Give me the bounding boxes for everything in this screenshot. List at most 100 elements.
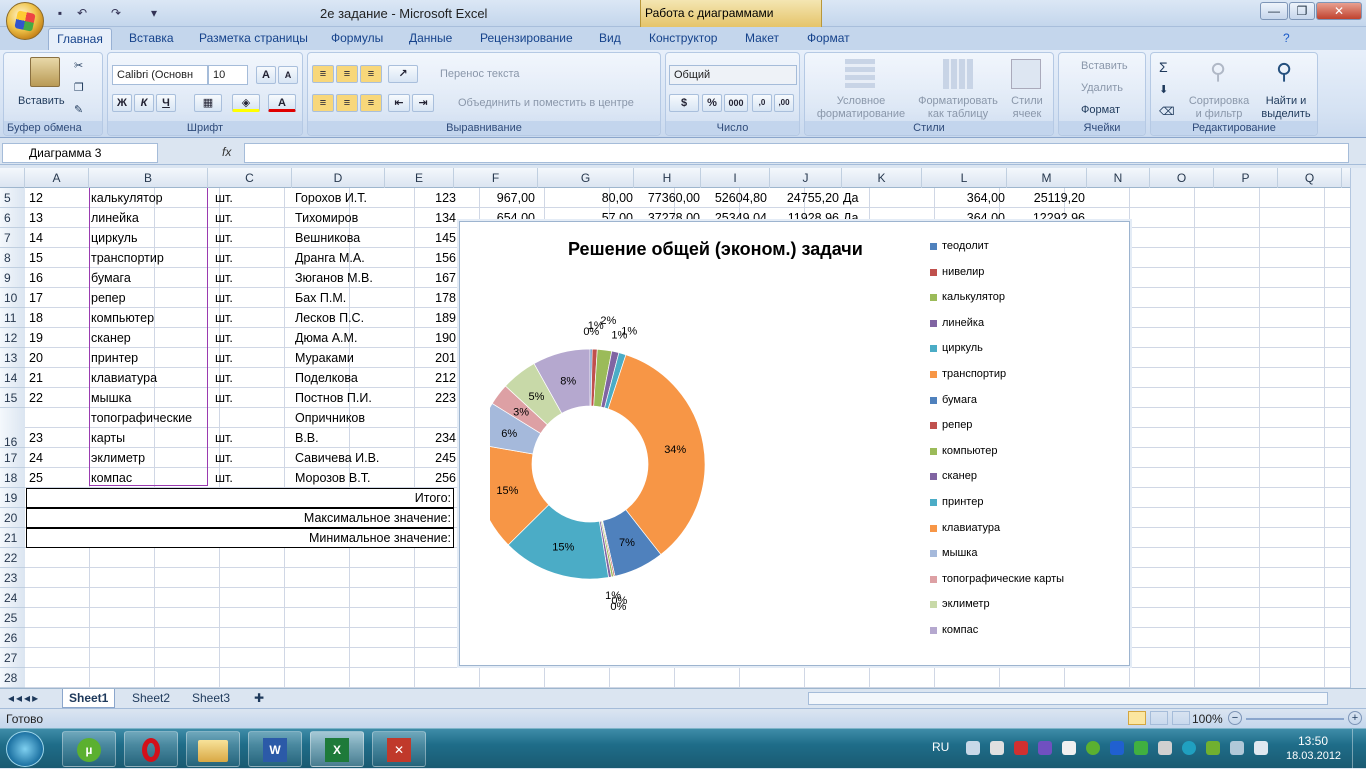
table-cell[interactable]: Вешникова (295, 228, 385, 248)
table-cell[interactable]: Бах П.М. (295, 288, 385, 308)
table-cell[interactable]: 80,00 (539, 188, 633, 208)
word-taskbar-icon[interactable]: W (248, 731, 302, 767)
table-cell[interactable]: 364,00 (923, 188, 1005, 208)
table-cell[interactable]: шт. (215, 228, 265, 248)
normal-view-icon[interactable] (1128, 711, 1146, 725)
tray-icon[interactable] (1158, 741, 1172, 755)
table-cell[interactable]: шт. (215, 428, 265, 448)
utorrent-taskbar-icon[interactable]: µ (62, 731, 116, 767)
tab-formulas[interactable]: Формулы (331, 31, 383, 45)
find-select-icon[interactable]: ⚲ (1269, 59, 1299, 89)
row-header[interactable]: 19 (0, 488, 25, 508)
table-cell[interactable]: шт. (215, 288, 265, 308)
table-cell[interactable]: Мураками (295, 348, 385, 368)
language-indicator[interactable]: RU (932, 740, 949, 754)
volume-icon[interactable] (1254, 741, 1268, 755)
row-header[interactable]: 6 (0, 208, 25, 228)
tab-insert[interactable]: Вставка (129, 31, 174, 45)
conditional-format-button[interactable]: Условное форматирование (811, 95, 911, 121)
delete-cells-button[interactable]: Удалить (1081, 82, 1123, 94)
sheet-tab-3[interactable]: Sheet3 (186, 689, 236, 708)
customize-qat-icon[interactable]: ▾ (146, 5, 162, 21)
minimize-button[interactable]: — (1260, 2, 1288, 20)
office-button[interactable] (6, 2, 44, 40)
find-select-button[interactable]: Найти и выделить (1257, 95, 1315, 121)
data-label[interactable]: 8% (560, 375, 576, 387)
decrease-indent-icon[interactable]: ⇤ (388, 94, 410, 112)
help-icon[interactable]: ? (1283, 31, 1290, 45)
increase-indent-icon[interactable]: ⇥ (412, 94, 434, 112)
decrease-decimal-icon[interactable]: ,00 (774, 94, 794, 112)
tab-layout[interactable]: Макет (745, 31, 779, 45)
table-cell[interactable]: Опричников (295, 408, 385, 428)
column-header[interactable]: N (1087, 168, 1150, 188)
page-break-view-icon[interactable] (1172, 711, 1190, 725)
row-header[interactable]: 18 (0, 468, 25, 488)
increase-decimal-icon[interactable]: ,0 (752, 94, 772, 112)
utorrent-tray-icon[interactable] (1086, 741, 1100, 755)
data-label[interactable]: 7% (619, 537, 635, 549)
table-cell[interactable]: 134 (386, 208, 456, 228)
table-cell[interactable]: 178 (386, 288, 456, 308)
tray-icon[interactable] (1014, 741, 1028, 755)
format-cells-button[interactable]: Формат (1081, 104, 1120, 116)
table-cell[interactable]: Савичева И.В. (295, 448, 385, 468)
italic-button[interactable]: К (134, 94, 154, 112)
save-icon[interactable]: ▪ (52, 5, 68, 21)
table-cell[interactable]: 190 (386, 328, 456, 348)
orientation-icon[interactable]: ↗ (388, 65, 418, 83)
font-color-icon[interactable]: A (268, 94, 296, 112)
table-cell[interactable]: 256 (386, 468, 456, 488)
table-cell[interactable]: Морозов В.Т. (295, 468, 385, 488)
column-header[interactable]: F (454, 168, 538, 188)
data-label[interactable]: 6% (501, 428, 517, 440)
show-desktop-button[interactable] (1352, 729, 1366, 769)
table-cell[interactable]: 52604,80 (702, 188, 767, 208)
table-cell[interactable]: 156 (386, 248, 456, 268)
row-header[interactable]: 22 (0, 548, 25, 568)
cut-icon[interactable]: ✂ (74, 59, 83, 72)
grow-font-icon[interactable]: A (256, 66, 276, 84)
tray-icon[interactable] (990, 741, 1004, 755)
underline-button[interactable]: Ч (156, 94, 176, 112)
sort-filter-button[interactable]: Сортировка и фильтр (1187, 95, 1251, 121)
align-top-icon[interactable]: ≡ (312, 65, 334, 83)
table-cell[interactable]: шт. (215, 328, 265, 348)
column-header[interactable]: P (1214, 168, 1278, 188)
page-layout-view-icon[interactable] (1150, 711, 1168, 725)
explorer-taskbar-icon[interactable] (186, 731, 240, 767)
table-cell[interactable]: Да (843, 188, 893, 208)
clock-date[interactable]: 18.03.2012 (1286, 750, 1341, 762)
row-header[interactable]: 28 (0, 668, 25, 688)
row-header[interactable]: 8 (0, 248, 25, 268)
table-cell[interactable]: Постнов П.И. (295, 388, 385, 408)
table-cell[interactable]: 123 (386, 188, 456, 208)
bluetooth-icon[interactable] (1110, 741, 1124, 755)
row-header[interactable]: 21 (0, 528, 25, 548)
data-label[interactable]: 0% (610, 601, 626, 613)
chart-title[interactable]: Решение общей (эконом.) задачи (568, 239, 863, 260)
zoom-level[interactable]: 100% (1192, 712, 1223, 726)
row-header[interactable]: 23 (0, 568, 25, 588)
table-cell[interactable]: 189 (386, 308, 456, 328)
column-header[interactable]: M (1007, 168, 1087, 188)
row-header[interactable]: 24 (0, 588, 25, 608)
number-format-select[interactable]: Общий (669, 65, 797, 85)
tray-icon[interactable] (1182, 741, 1196, 755)
insert-cells-button[interactable]: Вставить (1081, 60, 1128, 72)
format-painter-icon[interactable]: ✎ (74, 103, 83, 116)
sheet-tab-2[interactable]: Sheet2 (126, 689, 176, 708)
network-icon[interactable] (1230, 741, 1244, 755)
row-header[interactable]: 12 (0, 328, 25, 348)
table-cell[interactable]: 77360,00 (635, 188, 700, 208)
tab-view[interactable]: Вид (599, 31, 621, 45)
copy-icon[interactable]: ❐ (74, 81, 84, 94)
tab-design[interactable]: Конструктор (649, 31, 717, 45)
data-label[interactable]: 15% (496, 485, 518, 497)
flag-icon[interactable] (1062, 741, 1076, 755)
align-right-icon[interactable]: ≡ (360, 94, 382, 112)
table-cell[interactable]: 24755,20 (771, 188, 839, 208)
conditional-format-icon[interactable] (845, 59, 875, 89)
table-cell[interactable]: шт. (215, 208, 265, 228)
table-cell[interactable]: 245 (386, 448, 456, 468)
